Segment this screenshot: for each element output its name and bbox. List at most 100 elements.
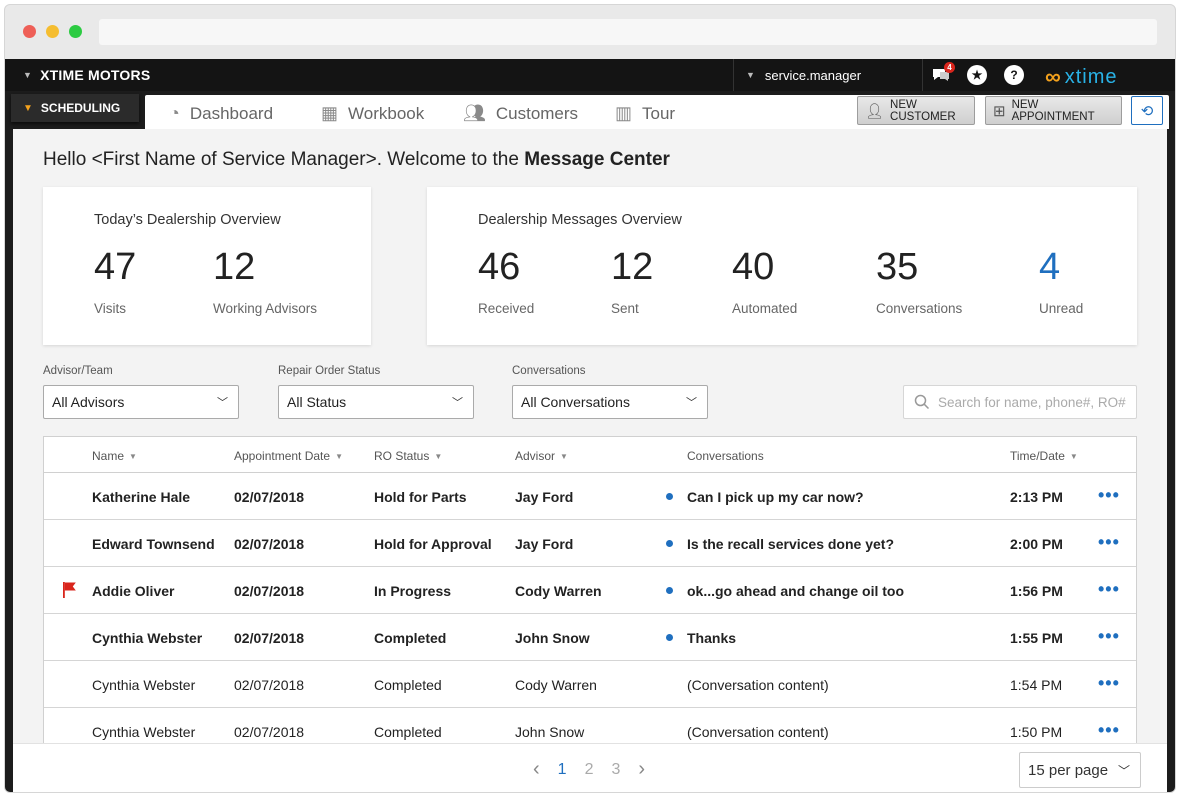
select-value: 15 per page: [1028, 761, 1109, 779]
dealership-switcher[interactable]: ▼ XTIME MOTORS: [23, 67, 150, 83]
messages-icon[interactable]: 4: [931, 62, 955, 85]
more-options-icon[interactable]: •••: [1098, 579, 1120, 600]
column-header-time[interactable]: Time/Date ▼: [1010, 449, 1078, 463]
flag-icon[interactable]: [62, 581, 78, 599]
cell-conversation: Is the recall services done yet?: [687, 536, 894, 552]
cell-appointment-date: 02/07/2018: [234, 536, 305, 552]
sort-icon: ▼: [434, 451, 443, 461]
tab-strip: ◔ Dashboard ▦ Workbook 👥︎ Customers ▥ To…: [145, 95, 1169, 129]
stat-label: Sent: [611, 301, 639, 316]
next-page-icon[interactable]: ›: [638, 758, 645, 781]
header-label: Appointment Date: [234, 449, 331, 463]
table-row[interactable]: Katherine Hale 02/07/2018 Hold for Parts Ja…: [44, 473, 1136, 520]
card-title: Today’s Dealership Overview: [94, 212, 281, 228]
table-row[interactable]: Cynthia Webster 02/07/2018 Completed John S…: [44, 614, 1136, 661]
stat-value: 12: [611, 246, 654, 288]
page-3[interactable]: 3: [611, 761, 620, 779]
advisor-select[interactable]: All Advisors ﹀: [43, 385, 239, 419]
header-label: RO Status: [374, 449, 430, 463]
cell-advisor: Jay Ford: [515, 489, 574, 505]
tab-customers[interactable]: 👥︎ Customers: [463, 103, 578, 124]
cell-appointment-date: 02/07/2018: [234, 630, 305, 646]
cell-time: 1:55 PM: [1010, 630, 1063, 646]
minimize-window-button[interactable]: [46, 25, 59, 38]
cell-appointment-date: 02/07/2018: [234, 583, 305, 599]
ro-status-select[interactable]: All Status ﹀: [278, 385, 474, 419]
previous-page-icon[interactable]: ‹: [533, 758, 540, 781]
stat-value: 4: [1039, 246, 1061, 288]
column-header-appointment-date[interactable]: Appointment Date ▼: [234, 449, 343, 463]
cell-ro-status: Completed: [374, 630, 447, 646]
cell-name: Cynthia Webster: [92, 677, 196, 693]
cell-advisor: Cody Warren: [515, 677, 597, 693]
ro-status-filter-label: Repair Order Status: [278, 365, 381, 377]
new-customer-button[interactable]: 👤︎ NEW CUSTOMER: [857, 96, 975, 125]
stat-value: 47: [94, 246, 137, 288]
conversations-select[interactable]: All Conversations ﹀: [512, 385, 708, 419]
stat-automated[interactable]: 40 Automated: [732, 245, 797, 316]
top-bar: ▼ XTIME MOTORS ▼ service.manager 4 ★ ? ∞…: [5, 59, 1175, 91]
xtime-logo: ∞ xtime: [1045, 64, 1117, 90]
cell-name: Katherine Hale: [92, 489, 191, 505]
more-options-icon[interactable]: •••: [1098, 626, 1120, 647]
more-options-icon[interactable]: •••: [1098, 673, 1120, 694]
cell-time: 1:56 PM: [1010, 583, 1063, 599]
search-input[interactable]: [938, 394, 1128, 410]
per-page-select[interactable]: 15 per page ﹀: [1019, 752, 1141, 788]
stat-value: 46: [478, 246, 521, 288]
select-value: All Advisors: [52, 394, 125, 410]
star-icon[interactable]: ★: [967, 65, 987, 85]
more-options-icon[interactable]: •••: [1098, 485, 1120, 506]
column-header-ro-status[interactable]: RO Status ▼: [374, 449, 442, 463]
address-bar[interactable]: [99, 19, 1157, 45]
header-label: Conversations: [687, 449, 764, 463]
stat-received[interactable]: 46 Received: [478, 245, 534, 316]
new-appointment-button[interactable]: ⊞ NEW APPOINTMENT: [985, 96, 1122, 125]
stat-value: 12: [213, 246, 256, 288]
cell-appointment-date: 02/07/2018: [234, 724, 305, 740]
cell-time: 1:50 PM: [1010, 724, 1063, 740]
history-icon: ⟲: [1140, 102, 1154, 120]
cell-advisor: Cody Warren: [515, 583, 602, 599]
header-label: Name: [92, 449, 125, 463]
cell-ro-status: Hold for Approval: [374, 536, 492, 552]
more-options-icon[interactable]: •••: [1098, 532, 1120, 553]
table-row[interactable]: Cynthia Webster 02/07/2018 Completed Cody W…: [44, 661, 1136, 708]
cell-advisor: Jay Ford: [515, 536, 574, 552]
tab-label: Workbook: [348, 103, 425, 123]
history-button[interactable]: ⟲: [1131, 96, 1163, 125]
module-name: SCHEDULING: [40, 101, 121, 115]
column-header-advisor[interactable]: Advisor ▼: [515, 449, 568, 463]
module-switcher[interactable]: ▼ SCHEDULING: [11, 94, 139, 122]
button-label: NEW APPOINTMENT: [1011, 98, 1095, 123]
close-window-button[interactable]: [23, 25, 36, 38]
help-icon[interactable]: ?: [1004, 65, 1024, 85]
cell-ro-status: Completed: [374, 677, 442, 693]
page-1[interactable]: 1: [558, 761, 567, 779]
maximize-window-button[interactable]: [69, 25, 82, 38]
tab-dashboard[interactable]: ◔ Dashboard: [169, 103, 273, 124]
cell-name: Addie Oliver: [92, 583, 175, 599]
cell-appointment-date: 02/07/2018: [234, 489, 305, 505]
more-options-icon[interactable]: •••: [1098, 720, 1120, 741]
cell-conversation: ok...go ahead and change oil too: [687, 583, 905, 599]
stat-unread[interactable]: 4 Unread: [1039, 245, 1083, 316]
notification-badge: 4: [944, 62, 955, 73]
cell-name: Cynthia Webster: [92, 630, 203, 646]
user-menu[interactable]: ▼ service.manager: [733, 59, 923, 91]
column-header-name[interactable]: Name ▼: [92, 449, 137, 463]
stat-label: Visits: [94, 301, 127, 316]
pagination: ‹ 1 2 3 ›: [533, 758, 645, 781]
stat-conversations[interactable]: 35 Conversations: [876, 245, 962, 316]
table-row[interactable]: Addie Oliver 02/07/2018 In Progress Cody Wa…: [44, 567, 1136, 614]
page-2[interactable]: 2: [585, 761, 594, 779]
tab-tour[interactable]: ▥ Tour: [615, 103, 675, 124]
stat-sent[interactable]: 12 Sent: [611, 245, 653, 316]
chevron-down-icon: ▼: [746, 70, 755, 80]
table-row[interactable]: Edward Townsend 02/07/2018 Hold for Approv…: [44, 520, 1136, 567]
tab-label: Dashboard: [189, 103, 274, 123]
chevron-down-icon: ﹀: [452, 397, 463, 409]
tab-workbook[interactable]: ▦ Workbook: [321, 103, 424, 124]
sort-icon: ▼: [335, 451, 343, 461]
stat-working-advisors: 12 Working Advisors: [213, 245, 317, 316]
